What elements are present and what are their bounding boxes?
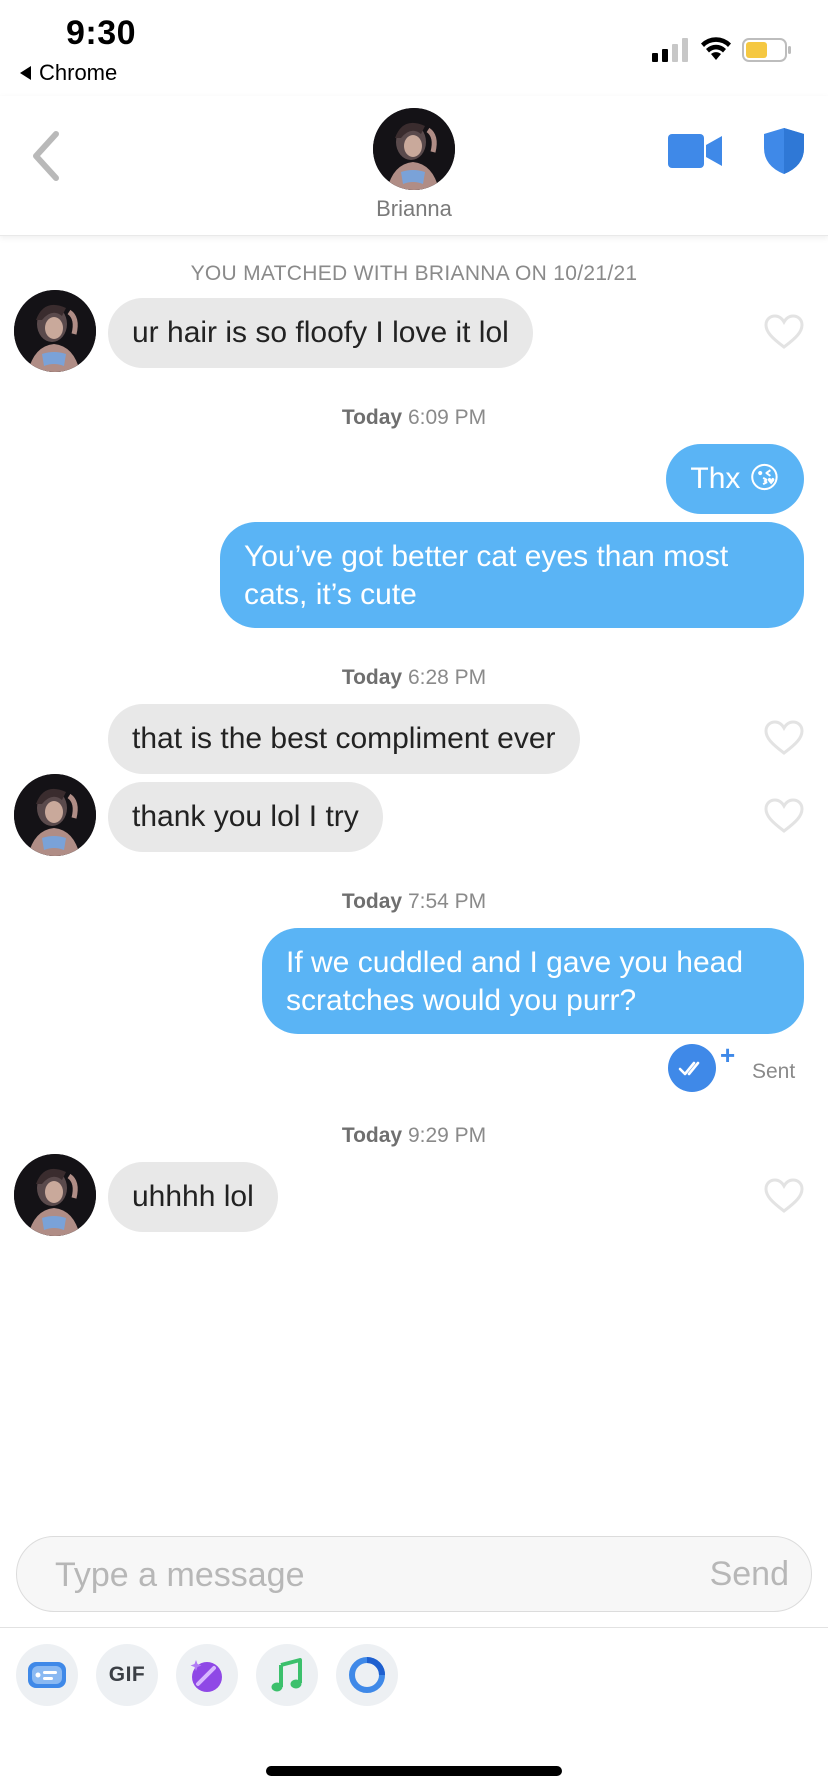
ring-icon [349, 1657, 385, 1693]
like-heart-icon[interactable] [764, 720, 804, 756]
message-bubble-incoming[interactable]: uhhhh lol [108, 1162, 278, 1232]
sent-status: Sent [752, 1060, 796, 1083]
toolbar-divider [0, 1627, 828, 1628]
like-heart-icon[interactable] [764, 798, 804, 834]
send-button[interactable]: Send [710, 1555, 789, 1594]
video-call-icon[interactable] [668, 132, 724, 170]
cellular-signal-icon [652, 38, 688, 62]
timestamp-time: 7:54 PM [407, 890, 487, 913]
status-time: 9:30 [66, 14, 137, 52]
like-heart-icon[interactable] [764, 314, 804, 350]
timestamp-day: Today [341, 666, 403, 689]
status-bar: 9:30 Chrome [0, 0, 828, 96]
sender-avatar[interactable] [14, 774, 96, 856]
magic-sparkle-icon [190, 1660, 222, 1692]
back-triangle-icon [20, 66, 31, 80]
message-bubble-incoming[interactable]: that is the best compliment ever [108, 704, 580, 774]
battery-icon [742, 38, 791, 62]
timestamp: Today 7:54 PM [0, 890, 828, 914]
timestamp-day: Today [341, 890, 403, 913]
message-bubble-outgoing[interactable]: Thx 😘 [666, 444, 804, 514]
gif-button[interactable]: GIF [96, 1644, 158, 1706]
message-bubble-incoming[interactable]: thank you lol I try [108, 782, 383, 852]
sender-photo-icon [14, 290, 96, 372]
message-bubble-outgoing[interactable]: You’ve got better cat eyes than most cat… [220, 522, 804, 628]
message-bubble-outgoing[interactable]: If we cuddled and I gave you head scratc… [262, 928, 804, 1034]
sender-avatar[interactable] [14, 290, 96, 372]
sender-photo-icon [14, 1154, 96, 1236]
safety-shield-icon[interactable] [762, 126, 806, 176]
timestamp: Today 6:09 PM [0, 406, 828, 430]
read-receipt-badge[interactable] [668, 1044, 716, 1092]
timestamp-time: 6:09 PM [407, 406, 487, 429]
sticker-button[interactable] [16, 1644, 78, 1706]
double-check-icon [678, 1061, 700, 1076]
sender-avatar[interactable] [14, 1154, 96, 1236]
back-app-label: Chrome [39, 60, 118, 85]
timestamp-time: 6:28 PM [407, 666, 487, 689]
back-to-app-link[interactable]: Chrome [20, 60, 117, 86]
match-notice: YOU MATCHED WITH BRIANNA ON 10/21/21 [190, 262, 638, 285]
ring-button[interactable] [336, 1644, 398, 1706]
message-composer: Send [16, 1536, 812, 1612]
like-heart-icon[interactable] [764, 1178, 804, 1214]
chat-header: Brianna [0, 96, 828, 236]
profile-photo-icon [373, 108, 455, 190]
sticker-card-icon [28, 1662, 66, 1688]
add-receipt-icon[interactable]: + [720, 1042, 735, 1068]
timestamp-day: Today [341, 1124, 403, 1147]
back-chevron-icon[interactable] [26, 128, 66, 184]
timestamp-time: 9:29 PM [407, 1124, 487, 1147]
music-note-icon [271, 1658, 302, 1692]
message-input[interactable] [55, 1555, 655, 1595]
wifi-icon [701, 37, 731, 60]
music-button[interactable] [256, 1644, 318, 1706]
timestamp-day: Today [341, 406, 403, 429]
timestamp: Today 9:29 PM [0, 1124, 828, 1148]
message-bubble-incoming[interactable]: ur hair is so floofy I love it lol [108, 298, 533, 368]
gif-icon: GIF [108, 1663, 146, 1686]
profile-avatar[interactable] [373, 108, 455, 190]
timestamp: Today 6:28 PM [0, 666, 828, 690]
sender-photo-icon [14, 774, 96, 856]
profile-name[interactable]: Brianna [0, 196, 828, 222]
home-indicator[interactable] [266, 1766, 562, 1776]
magic-button[interactable] [176, 1644, 238, 1706]
